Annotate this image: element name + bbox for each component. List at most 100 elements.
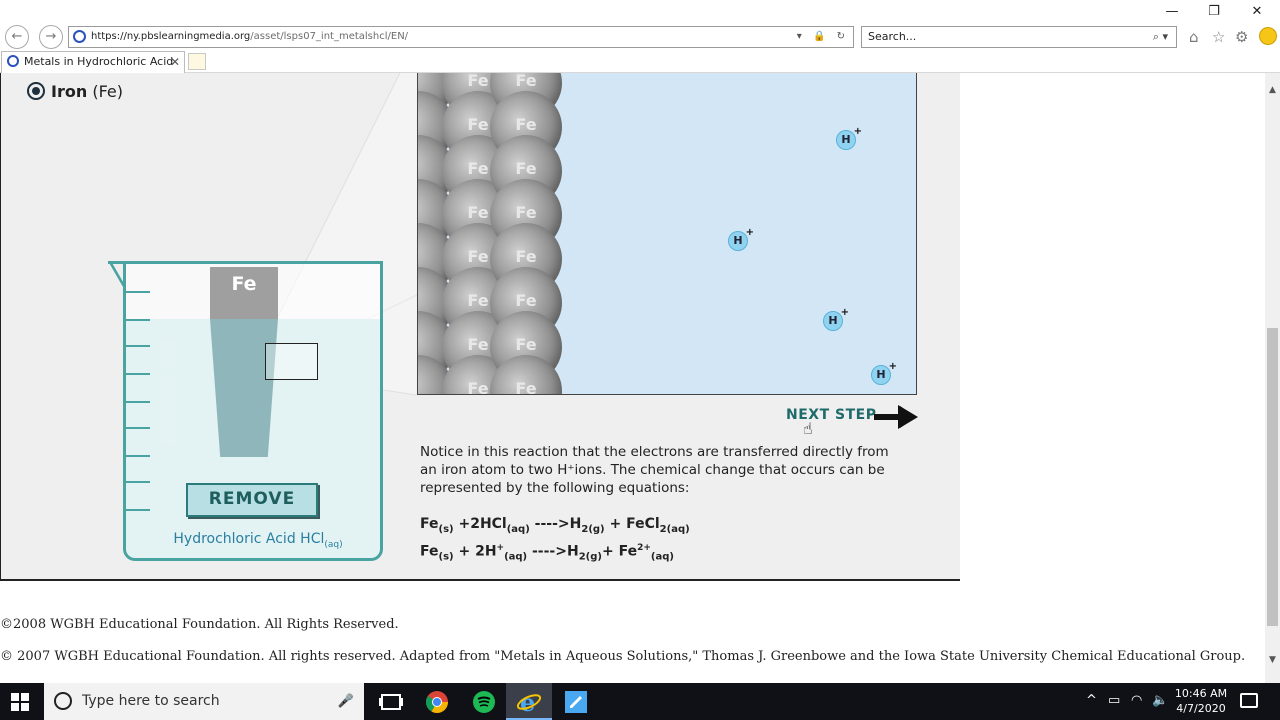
- back-button[interactable]: ←: [5, 25, 29, 49]
- forward-button[interactable]: →: [39, 25, 63, 49]
- equation-2: Fe(s) + 2H+(aq) ---->H2(g)+ Fe2+(aq): [420, 539, 690, 566]
- scroll-up-icon[interactable]: ▲: [1267, 85, 1278, 97]
- close-window-button[interactable]: ✕: [1247, 4, 1267, 19]
- address-icons[interactable]: ▾ 🔒 ↻: [797, 27, 849, 47]
- svg-text:e: e: [520, 689, 535, 715]
- iron-atom-label: Fe: [418, 335, 436, 354]
- taskbar-search-placeholder: Type here to search: [82, 693, 220, 709]
- eq2-term: 2+: [637, 542, 651, 553]
- task-view-icon[interactable]: [378, 689, 404, 715]
- battery-icon[interactable]: ▭: [1108, 693, 1120, 708]
- eq2-term: + Fe: [601, 543, 638, 560]
- wifi-icon[interactable]: ◠: [1131, 693, 1142, 708]
- eq1-term: 2(aq): [659, 523, 690, 535]
- rod-label: Fe: [231, 273, 257, 295]
- eq2-term: 2(g): [578, 551, 602, 563]
- radio-selected-icon[interactable]: [27, 82, 45, 100]
- iron-atom-label: Fe: [515, 115, 537, 134]
- h-ion-label: H: [841, 133, 851, 146]
- restore-button[interactable]: ❐: [1204, 4, 1224, 19]
- iron-atom-label: Fe: [418, 73, 436, 90]
- copyright-line-2: © 2007 WGBH Educational Foundation. All …: [0, 649, 1246, 664]
- eq2-term: +: [496, 542, 505, 553]
- next-arrow-icon[interactable]: [874, 405, 918, 429]
- eq1-term: (aq): [506, 523, 530, 535]
- windows-start-icon[interactable]: [11, 693, 29, 711]
- eq1-term: + FeCl: [604, 516, 660, 532]
- copyright-line-1: ©2008 WGBH Educational Foundation. All R…: [0, 617, 399, 632]
- hand-cursor-icon: ☝: [803, 419, 813, 438]
- microphone-icon[interactable]: 🎤: [338, 683, 354, 720]
- h-ion-label: H: [828, 314, 838, 327]
- iron-atom-label: Fe: [418, 203, 436, 222]
- favorites-icon[interactable]: ☆: [1212, 28, 1225, 46]
- notes-app-icon[interactable]: [563, 689, 589, 715]
- page-scrollbar[interactable]: ▲ ▼: [1265, 73, 1280, 683]
- eq1-term: +2HCl: [453, 516, 507, 532]
- beaker-rim: [108, 261, 383, 264]
- h-ion: H +: [823, 307, 849, 331]
- notifications-icon[interactable]: [1240, 693, 1258, 708]
- iron-atom-label: Fe: [515, 291, 537, 310]
- tab-close-icon[interactable]: ✕: [170, 52, 180, 72]
- h-ion-charge: +: [840, 307, 849, 318]
- address-bar[interactable]: https://ny.pbslearningmedia.org/asset/ls…: [68, 26, 854, 48]
- chrome-icon[interactable]: [424, 689, 450, 715]
- molecular-view-panel: FeFeFeFeFeFeFeFeFeFeFeFeFeFeFeFeFeFeFeFe…: [417, 73, 917, 395]
- metal-symbol: (Fe): [92, 82, 123, 101]
- eq1-term: ---->H: [529, 516, 582, 532]
- scroll-down-icon[interactable]: ▼: [1267, 655, 1278, 667]
- beaker-tick: [126, 291, 150, 293]
- new-tab-button[interactable]: [188, 53, 206, 70]
- spotify-icon[interactable]: [471, 689, 497, 715]
- search-input[interactable]: Search... ⌕ ▾: [861, 26, 1177, 48]
- iron-atom-label: Fe: [418, 379, 436, 394]
- remove-button[interactable]: REMOVE: [186, 483, 318, 517]
- minimize-button[interactable]: —: [1162, 4, 1182, 19]
- eq2-term: + 2H: [453, 543, 497, 560]
- iron-atom-label: Fe: [418, 115, 436, 134]
- iron-rod-submerged: [210, 319, 278, 457]
- beaker-tick: [126, 319, 150, 321]
- metal-radio-iron[interactable]: Iron (Fe): [27, 82, 123, 101]
- page-content: Iron (Fe) Fe REMOVE Hydrochloric Acid HC…: [0, 73, 1265, 683]
- glass-reflection: [161, 375, 177, 445]
- acid-label: Hydrochloric Acid HCl(aq): [148, 531, 368, 550]
- taskbar-search-input[interactable]: Type here to search 🎤: [44, 683, 364, 720]
- browser-titlebar: ← → https://ny.pbslearningmedia.org/asse…: [0, 0, 1280, 50]
- beaker-tick: [126, 345, 150, 347]
- h-ion: H +: [728, 227, 754, 251]
- h-ion: H +: [871, 361, 897, 385]
- explanation-text: Notice in this reaction that the electro…: [420, 444, 889, 496]
- url-host: https://ny.pbslearningmedia.org: [91, 31, 251, 42]
- stage-border: [0, 73, 1, 581]
- volume-icon[interactable]: 🔈: [1152, 693, 1168, 708]
- ie-logo-icon: [73, 30, 86, 43]
- home-icon[interactable]: ⌂: [1189, 28, 1199, 46]
- h-ion-charge: +: [853, 126, 862, 137]
- h-ion-label: H: [876, 368, 886, 381]
- zoom-selection-box: [265, 343, 318, 380]
- iron-atom-label: Fe: [515, 159, 537, 178]
- search-icon[interactable]: ⌕ ▾: [1153, 27, 1168, 47]
- beaker-tick: [126, 373, 150, 375]
- next-step-button[interactable]: NEXT STEP: [786, 407, 876, 423]
- tab-metals-in-hcl[interactable]: Metals in Hydrochloric Acid ✕: [1, 51, 185, 73]
- internet-explorer-icon[interactable]: e: [516, 689, 542, 715]
- eq2-term: Fe: [420, 543, 439, 560]
- windows-taskbar: Type here to search 🎤 e ^ ▭ ◠ 🔈 10:46 AM…: [0, 683, 1280, 720]
- eq1-term: 2(g): [581, 523, 605, 535]
- url-path: /asset/lsps07_int_metalshcl/EN/: [250, 31, 409, 42]
- show-hidden-icons[interactable]: ^: [1086, 693, 1097, 708]
- tab-bar: Metals in Hydrochloric Acid ✕: [0, 50, 1280, 73]
- eq1-term: (s): [438, 523, 454, 535]
- acid-state: (aq): [324, 539, 343, 550]
- scroll-thumb[interactable]: [1267, 328, 1278, 626]
- iron-atom-label: Fe: [418, 247, 436, 266]
- feedback-smiley-icon[interactable]: [1259, 27, 1277, 45]
- h-ion: H +: [836, 126, 862, 150]
- system-clock[interactable]: 10:46 AM 4/7/2020: [1170, 686, 1232, 716]
- settings-icon[interactable]: ⚙: [1235, 28, 1248, 46]
- search-placeholder: Search...: [868, 30, 917, 43]
- cortana-icon: [54, 692, 72, 710]
